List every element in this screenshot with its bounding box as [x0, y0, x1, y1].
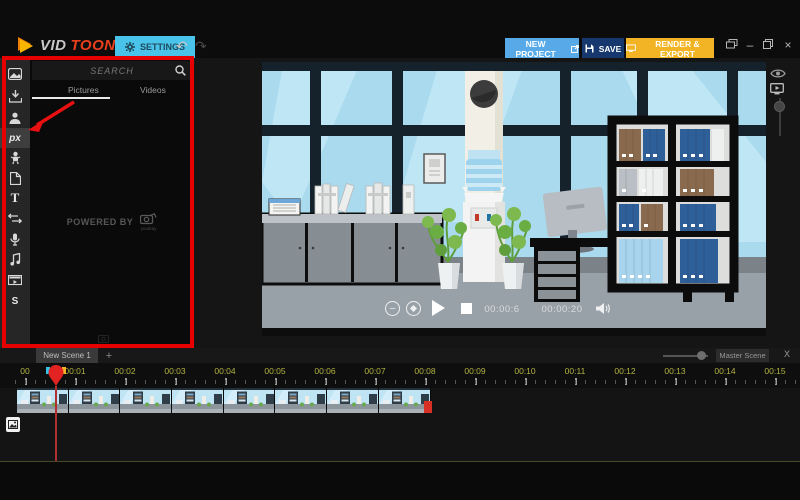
- video-player-icon: [8, 275, 22, 286]
- tab-videos[interactable]: Videos: [140, 85, 166, 95]
- sidebar-item-voiceover[interactable]: [0, 229, 30, 249]
- new-project-button[interactable]: NEW PROJECT: [505, 38, 579, 59]
- zoom-in-button[interactable]: [406, 301, 421, 316]
- redo-icon[interactable]: ↷: [195, 38, 207, 55]
- timeline-thumbnail[interactable]: [378, 388, 431, 413]
- timeline-thumbnail[interactable]: [327, 388, 379, 413]
- zoom-in-icon: [409, 304, 418, 313]
- search-input[interactable]: [32, 61, 192, 81]
- timeline-thumbnail[interactable]: [223, 388, 276, 413]
- timeline-thumbnail[interactable]: [17, 388, 69, 413]
- powered-by-label: POWERED BY: [66, 217, 134, 227]
- logo-play-icon: [18, 37, 33, 53]
- render-monitor-icon: [626, 44, 636, 52]
- timeline-thumbnail[interactable]: [68, 388, 121, 413]
- sidebar-item-scenes[interactable]: [0, 168, 30, 188]
- left-toolbar: px T S: [0, 58, 30, 348]
- sidebar-item-music[interactable]: [0, 249, 30, 269]
- minimize-button[interactable]: –: [742, 38, 758, 52]
- pixabay-logo-text: pixabay: [140, 226, 157, 231]
- new-project-label: NEW PROJECT: [515, 38, 556, 59]
- bookshelf: [607, 115, 739, 302]
- sidebar-item-transitions[interactable]: [0, 208, 30, 228]
- gear-icon: [124, 42, 135, 52]
- play-button[interactable]: [432, 300, 445, 316]
- image-track-icon[interactable]: [6, 417, 20, 432]
- clip-end-marker[interactable]: [424, 401, 432, 413]
- zoom-out-icon: –: [389, 302, 396, 314]
- floppy-icon: [585, 44, 594, 53]
- vidtoon-app: VID TOON SETTINGS ↶ ↷ NEW PROJECT SAVE R…: [0, 0, 800, 500]
- external-link-icon: [571, 44, 579, 53]
- save-label: SAVE: [598, 43, 622, 54]
- stop-button[interactable]: [461, 303, 472, 314]
- text-tool-icon: T: [10, 190, 20, 205]
- sidebar-item-characters[interactable]: [0, 108, 30, 128]
- powered-by: POWERED BY pixabay: [30, 213, 194, 231]
- tab-pictures[interactable]: Pictures: [68, 85, 99, 95]
- pixabay-logo: pixabay: [140, 213, 157, 231]
- logo-text-vid: VID: [40, 36, 67, 54]
- sidebar-item-images[interactable]: [0, 64, 30, 84]
- sidebar-item-sales[interactable]: S: [0, 291, 30, 311]
- timeline-zoom-slider-thumb[interactable]: [697, 351, 706, 360]
- image-icon: [8, 68, 22, 80]
- sidebar-item-props[interactable]: [0, 148, 30, 168]
- timeline-ruler[interactable]: 00 00:01 00:02 00:03 00:04 00:05 00:06 00:07 00:…: [0, 363, 800, 388]
- timeline-close-button[interactable]: X: [784, 349, 790, 359]
- puppet-icon: [10, 151, 20, 165]
- scene-tab-bar: New Scene 1 + Master Scene X: [0, 348, 800, 363]
- logo-text-toon: TOON: [70, 36, 116, 54]
- cascade-windows-icon[interactable]: [724, 38, 740, 52]
- total-time: 00:00:20: [541, 304, 583, 315]
- vidtoon-logo: VID TOON: [16, 36, 116, 54]
- sidebar-item-video[interactable]: [0, 271, 30, 291]
- current-time: 00:00:6: [484, 304, 520, 315]
- playhead[interactable]: [44, 363, 68, 389]
- video-track-thumbnails[interactable]: [17, 388, 431, 413]
- document-icon: [9, 171, 21, 185]
- undo-icon[interactable]: ↶: [176, 38, 188, 55]
- master-scene-button[interactable]: Master Scene: [716, 349, 769, 362]
- microphone-icon: [10, 233, 20, 246]
- office-scene-illustration: [260, 62, 766, 336]
- volume-icon[interactable]: [596, 302, 611, 315]
- timeline-thumbnail[interactable]: [275, 388, 328, 413]
- timeline-thumbnail[interactable]: [120, 388, 173, 413]
- preview-monitor-icon[interactable]: [770, 82, 784, 100]
- playback-controls: – 00:00:6 00:00:20: [262, 298, 766, 328]
- render-export-button[interactable]: RENDER & EXPORT: [626, 38, 714, 59]
- sales-icon: S: [11, 295, 19, 307]
- add-scene-button[interactable]: +: [102, 348, 116, 363]
- person-icon: [9, 112, 21, 124]
- top-bar: VID TOON SETTINGS ↶ ↷ NEW PROJECT SAVE R…: [0, 0, 800, 59]
- timeline-thumbnail[interactable]: [172, 388, 224, 413]
- panel-watermark-icon: [98, 330, 111, 348]
- playhead-line: [55, 386, 57, 461]
- video-canvas[interactable]: – 00:00:6 00:00:20: [260, 62, 766, 336]
- scene-tab[interactable]: New Scene 1: [36, 348, 98, 363]
- swap-arrows-icon: [8, 213, 22, 223]
- close-button[interactable]: ×: [780, 38, 796, 52]
- search-icon[interactable]: [175, 65, 186, 76]
- sidebar-item-pixabay[interactable]: px: [0, 128, 30, 148]
- save-button[interactable]: SAVE: [582, 38, 624, 59]
- sidebar-item-import[interactable]: [0, 86, 30, 106]
- music-note-icon: [9, 252, 20, 266]
- audio-track-area[interactable]: [0, 462, 800, 500]
- sidebar-item-text[interactable]: T: [0, 188, 30, 208]
- maximize-button[interactable]: [760, 38, 776, 52]
- pixabay-search-panel: Pictures Videos POWERED BY pixabay: [30, 58, 194, 348]
- canvas-zoom-slider-thumb[interactable]: [774, 101, 785, 112]
- active-tab-underline: [32, 97, 110, 99]
- pixabay-icon: px: [9, 132, 21, 144]
- render-export-label: RENDER & EXPORT: [655, 38, 700, 59]
- search-bar[interactable]: [32, 61, 192, 81]
- zoom-out-button[interactable]: –: [385, 301, 400, 316]
- download-icon: [8, 89, 22, 103]
